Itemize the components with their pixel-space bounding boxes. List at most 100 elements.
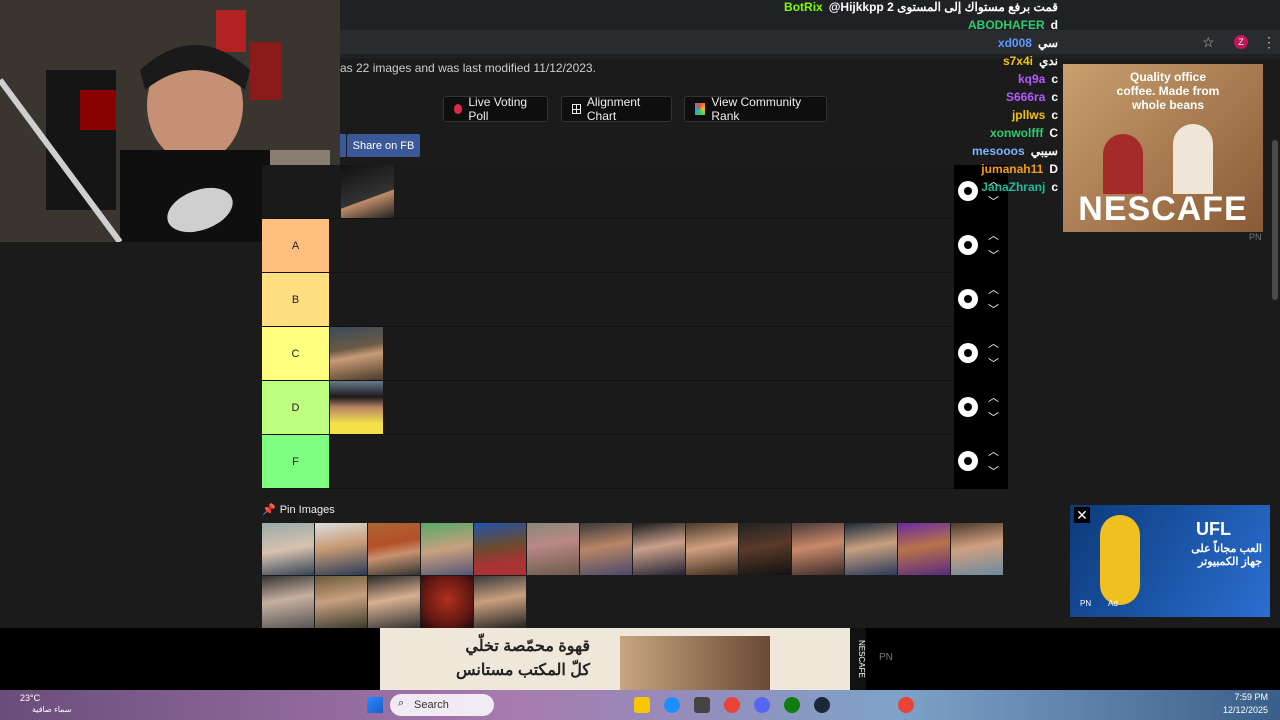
file-explorer-icon[interactable] — [634, 697, 650, 713]
chat-text: C — [1049, 126, 1058, 140]
ad-person-right — [1173, 124, 1213, 194]
tier-label-f[interactable]: F — [262, 435, 329, 488]
store-icon[interactable] — [694, 697, 710, 713]
edge-icon[interactable] — [664, 697, 680, 713]
nescafe-bottom-ad[interactable]: قهوة محمّصة تخلّي كلّ المكتب مستانس NESC… — [380, 628, 866, 690]
chat-text: c — [1051, 90, 1058, 104]
pool-image[interactable] — [739, 523, 791, 575]
chevron-down-icon[interactable]: ﹀ — [988, 409, 999, 425]
chevron-up-icon[interactable]: ︿ — [988, 389, 999, 405]
clock-date[interactable]: 12/12/2025 — [1210, 705, 1268, 715]
gear-icon[interactable] — [958, 235, 978, 255]
ad-bottom-line1: قهوة محمّصة تخلّي — [465, 638, 590, 655]
pool-image[interactable] — [474, 576, 526, 628]
tier-controls: ︿ ﹀ — [954, 435, 1008, 489]
chat-message: jumanah11 D — [981, 162, 1058, 176]
tier-label-c[interactable]: C — [262, 327, 329, 380]
chevron-down-icon[interactable]: ﹀ — [988, 193, 999, 209]
pool-image[interactable] — [580, 523, 632, 575]
xbox-icon[interactable] — [784, 697, 800, 713]
ufl-video-ad[interactable]: UFL العب مجاناً على جهاز الكمبيوتر PN Ad — [1070, 505, 1270, 617]
tier-controls: ︿ ﹀ — [954, 381, 1008, 435]
weather-status: سماء صافية — [32, 705, 72, 714]
gear-icon[interactable] — [958, 343, 978, 363]
menu-kebab-icon[interactable]: ⋮ — [1262, 34, 1276, 51]
scrollbar-thumb[interactable] — [1272, 140, 1278, 300]
pool-image[interactable] — [421, 523, 473, 575]
chat-username: jumanah11 — [981, 162, 1044, 176]
pool-image[interactable] — [315, 576, 367, 628]
chat-message: ABODHAFER d — [968, 18, 1058, 32]
ad-video-text: العب مجاناً على جهاز الكمبيوتر — [1191, 543, 1262, 568]
chat-text: d — [1050, 18, 1058, 32]
tier-label-d[interactable]: D — [262, 381, 329, 434]
gear-icon[interactable] — [958, 397, 978, 417]
chevron-up-icon[interactable]: ︿ — [988, 443, 999, 459]
character-thumbnail[interactable] — [330, 381, 383, 434]
chat-text: D — [1049, 162, 1058, 176]
pool-image[interactable] — [421, 576, 473, 628]
chat-message: jpllws c — [1012, 108, 1058, 122]
pool-image[interactable] — [845, 523, 897, 575]
chat-username: JanaZhranj — [981, 180, 1046, 194]
chevron-down-icon[interactable]: ﹀ — [988, 463, 999, 479]
pool-image[interactable] — [368, 523, 420, 575]
chat-text: c — [1051, 180, 1058, 194]
live-voting-poll-button[interactable]: Live Voting Poll — [443, 95, 548, 123]
nescafe-side-ad[interactable]: Quality office coffee. Made from whole b… — [1063, 64, 1263, 232]
chevron-up-icon[interactable]: ︿ — [988, 227, 999, 243]
taskbar-search[interactable]: Search — [390, 694, 494, 716]
start-windows-icon[interactable] — [367, 697, 383, 713]
chevron-up-icon[interactable]: ︿ — [988, 335, 999, 351]
pool-image[interactable] — [262, 576, 314, 628]
pool-image[interactable] — [368, 576, 420, 628]
character-thumbnail[interactable] — [341, 165, 394, 218]
chrome-icon[interactable] — [724, 697, 740, 713]
chevron-down-icon[interactable]: ﹀ — [988, 301, 999, 317]
ad-bottom-line2: كلّ المكتب مستانس — [456, 662, 590, 679]
chat-username: xonwolfff — [990, 126, 1044, 140]
chevron-up-icon[interactable]: ︿ — [988, 281, 999, 297]
tier-row-c: C ︿ ﹀ — [262, 327, 1008, 381]
pin-images-toggle[interactable]: 📌 Pin Images — [262, 503, 335, 517]
ad-person-left — [1103, 134, 1143, 194]
share-on-fb-button[interactable]: Share on FB — [347, 134, 420, 157]
tier-row-f: F ︿ ﹀ — [262, 435, 1008, 489]
alignment-chart-button[interactable]: Alignment Chart — [561, 95, 672, 123]
pool-image[interactable] — [474, 523, 526, 575]
pool-image[interactable] — [686, 523, 738, 575]
gear-icon[interactable] — [958, 451, 978, 471]
view-community-rank-button[interactable]: View Community Rank — [684, 95, 827, 123]
pool-image[interactable] — [262, 523, 314, 575]
steam-icon[interactable] — [814, 697, 830, 713]
bookmark-star-icon[interactable]: ☆ — [1202, 34, 1215, 51]
tier-label-a[interactable]: A — [262, 219, 329, 272]
discord-icon[interactable] — [754, 697, 770, 713]
chevron-down-icon[interactable]: ﹀ — [988, 355, 999, 371]
image-pool — [262, 523, 1008, 628]
tier-label-b[interactable]: B — [262, 273, 329, 326]
ad-video-mark: PN — [1080, 599, 1092, 608]
chat-message: s7x4i ندي — [1003, 54, 1058, 68]
chat-message: mesooos سيبي — [972, 144, 1058, 158]
pool-image[interactable] — [951, 523, 1003, 575]
gear-icon[interactable] — [958, 181, 978, 201]
chat-username: kq9a — [1017, 72, 1046, 86]
tier-label[interactable] — [262, 165, 329, 218]
tier-row-a: A ︿ ﹀ — [262, 219, 1008, 273]
profile-avatar[interactable]: Z — [1234, 35, 1248, 49]
pool-image[interactable] — [898, 523, 950, 575]
character-thumbnail[interactable] — [330, 327, 383, 380]
pool-image[interactable] — [315, 523, 367, 575]
pool-image[interactable] — [527, 523, 579, 575]
share-twitter-button[interactable] — [340, 134, 346, 157]
close-ad-icon[interactable]: ✕ — [1074, 507, 1090, 523]
address-bar[interactable] — [340, 30, 1280, 54]
clock-time[interactable]: 7:59 PM — [1210, 692, 1268, 702]
gear-icon[interactable] — [958, 289, 978, 309]
pool-image[interactable] — [633, 523, 685, 575]
chat-message: JanaZhranj c — [981, 180, 1058, 194]
chrome-icon[interactable] — [898, 697, 914, 713]
chevron-down-icon[interactable]: ﹀ — [988, 247, 999, 263]
pool-image[interactable] — [792, 523, 844, 575]
